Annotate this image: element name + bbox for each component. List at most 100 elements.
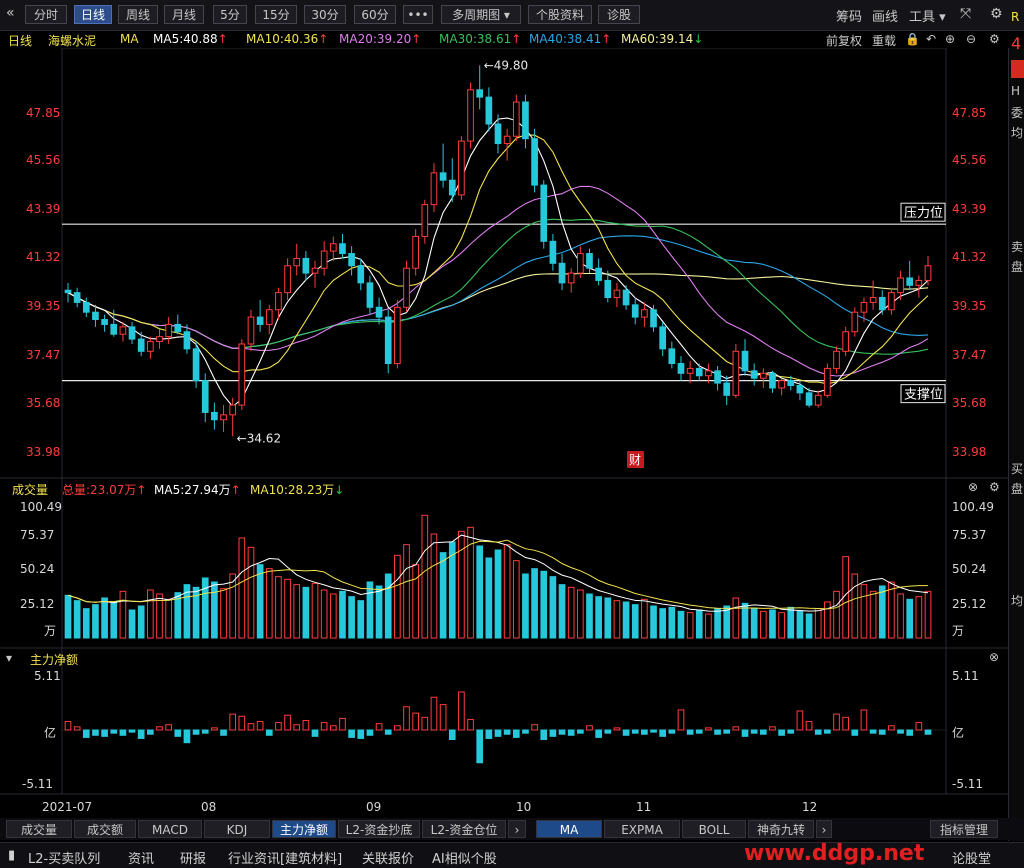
ma-label: MA xyxy=(120,32,139,46)
ma-tab-1[interactable]: EXPMA xyxy=(604,820,680,838)
indicator-tab-0[interactable]: 成交量 xyxy=(6,820,72,838)
ma-tab-3[interactable]: 神奇九转 xyxy=(748,820,814,838)
tools-menu[interactable]: 工具 ▾ xyxy=(909,6,946,25)
flow-bar xyxy=(403,706,410,731)
close-icon[interactable]: ⊗ xyxy=(968,480,978,494)
ma-legend-item-0: MA5:40.88↑ xyxy=(153,32,228,46)
indicator-tab-4[interactable]: 主力净额 xyxy=(272,820,336,838)
status-tab-2[interactable]: 研报 xyxy=(180,848,206,867)
volume-bar xyxy=(265,568,273,639)
back-icon[interactable]: « xyxy=(6,5,15,21)
status-tab-5[interactable]: AI相似个股 xyxy=(432,848,497,867)
volume-bar xyxy=(412,564,419,639)
indicator-tab-6[interactable]: L2-资金仓位 xyxy=(422,820,506,838)
undo-icon[interactable]: ↶ xyxy=(926,32,936,46)
flow-bar xyxy=(302,719,310,731)
flow-bar xyxy=(805,721,813,731)
volume-bar xyxy=(732,597,740,639)
right-strip-pan2: 盘 xyxy=(1011,482,1024,496)
volume-bar xyxy=(256,564,264,639)
price-tick-right: 35.68 xyxy=(952,396,987,410)
period-tab-3[interactable]: 月线 xyxy=(164,5,204,24)
indicator-tab-5[interactable]: L2-资金抄底 xyxy=(338,820,420,838)
indicator-tab-1[interactable]: 成交额 xyxy=(74,820,136,838)
candle-body xyxy=(723,382,731,396)
period-tab-2[interactable]: 周线 xyxy=(118,5,158,24)
right-strip-wei: 委 xyxy=(1011,106,1024,120)
period-tab-4[interactable]: 5分 xyxy=(213,5,247,24)
volume-bar xyxy=(641,598,648,639)
panel-toggle-icon[interactable]: ▮ xyxy=(8,848,15,863)
multi-period-dropdown[interactable]: 多周期图 ▾ xyxy=(441,5,521,24)
candle-body xyxy=(586,253,593,269)
candle-body xyxy=(421,204,429,237)
candle-body xyxy=(293,257,301,267)
ma-tab-2[interactable]: BOLL xyxy=(682,820,746,838)
indicator-tab-2[interactable]: MACD xyxy=(138,820,202,838)
period-tab-5[interactable]: 15分 xyxy=(255,5,297,24)
adjust-button[interactable]: 前复权 xyxy=(826,32,862,49)
period-tab-6[interactable]: 30分 xyxy=(304,5,346,24)
flow-bar xyxy=(375,723,383,731)
volume-bar xyxy=(476,545,484,639)
flow-bar xyxy=(778,729,785,736)
zoom-out-icon[interactable]: ⊖ xyxy=(966,32,976,46)
chevron-right-icon[interactable]: › xyxy=(816,820,832,838)
flow-axis-bottom-right: -5.11 xyxy=(952,777,984,791)
fullscreen-icon[interactable]: ⤧ xyxy=(960,6,971,22)
period-tab-1[interactable]: 日线 xyxy=(74,5,112,24)
status-tab-0[interactable]: L2-买卖队列 xyxy=(28,848,100,867)
lock-icon[interactable]: 🔒 xyxy=(905,32,920,46)
forum-button[interactable]: 论股堂 xyxy=(952,848,991,867)
candle-body xyxy=(595,267,602,281)
status-tab-1[interactable]: 资讯 xyxy=(128,848,154,867)
flow-header: ▾ 主力净额 ⊗ xyxy=(0,648,1010,668)
settings-icon[interactable]: ⚙ xyxy=(990,6,1003,22)
period-tab-7[interactable]: 60分 xyxy=(354,5,396,24)
close-icon[interactable]: ⊗ xyxy=(989,650,999,664)
status-tab-4[interactable]: 关联报价 xyxy=(362,848,414,867)
ma-legend: 日线 海螺水泥 MA MA5:40.88↑ MA10:40.36↑ MA20:39.… xyxy=(0,30,1010,48)
volume-bar xyxy=(247,546,255,639)
draw-line-button[interactable]: 画线 xyxy=(872,6,898,25)
flow-bar xyxy=(705,727,712,731)
chips-button[interactable]: 筹码 xyxy=(836,6,862,25)
reload-button[interactable]: 重载 xyxy=(872,32,896,49)
zoom-in-icon[interactable]: ⊕ xyxy=(945,32,955,46)
candle-body xyxy=(238,343,246,406)
ma60-line xyxy=(67,272,929,349)
flow-bar xyxy=(897,729,904,734)
candle-body xyxy=(302,257,310,274)
candle-body xyxy=(915,279,923,286)
flow-bar xyxy=(759,729,767,735)
support-label: 支撑位 xyxy=(904,388,943,403)
volume-bar xyxy=(284,578,291,639)
settings-icon[interactable]: ⚙ xyxy=(989,32,1000,46)
candle-body xyxy=(128,326,136,340)
volume-bar xyxy=(302,586,310,639)
candle-body xyxy=(348,253,355,267)
flow-bar xyxy=(512,729,520,738)
indicator-tab-3[interactable]: KDJ xyxy=(204,820,270,838)
price-tick-right: 45.56 xyxy=(952,153,987,167)
volume-bar xyxy=(421,514,429,639)
candle-body xyxy=(769,372,776,389)
ma-tab-0[interactable]: MA xyxy=(536,820,602,838)
collapse-icon[interactable]: ▾ xyxy=(6,651,12,665)
kline-chart[interactable]: ←49.80 ←34.62 压力位支撑位财 xyxy=(0,48,1008,818)
chevron-right-icon[interactable]: › xyxy=(508,820,526,838)
flow-bar xyxy=(531,724,538,731)
status-tab-3[interactable]: 行业资讯[建筑材料] xyxy=(228,848,342,867)
stock-info-button[interactable]: 个股资料 xyxy=(528,5,592,24)
flow-bar xyxy=(503,729,511,735)
volume-ma5: MA5:27.94万↑ xyxy=(154,483,241,497)
diagnose-button[interactable]: 诊股 xyxy=(598,5,640,24)
more-button[interactable]: ••• xyxy=(403,5,433,24)
indicator-manage-button[interactable]: 指标管理 xyxy=(930,820,998,838)
candle-body xyxy=(403,267,410,308)
right-strip-pan: 盘 xyxy=(1011,260,1024,274)
settings-icon[interactable]: ⚙ xyxy=(989,480,1000,494)
flow-bar xyxy=(256,721,264,731)
candle-body xyxy=(558,262,566,284)
period-tab-0[interactable]: 分时 xyxy=(25,5,67,24)
